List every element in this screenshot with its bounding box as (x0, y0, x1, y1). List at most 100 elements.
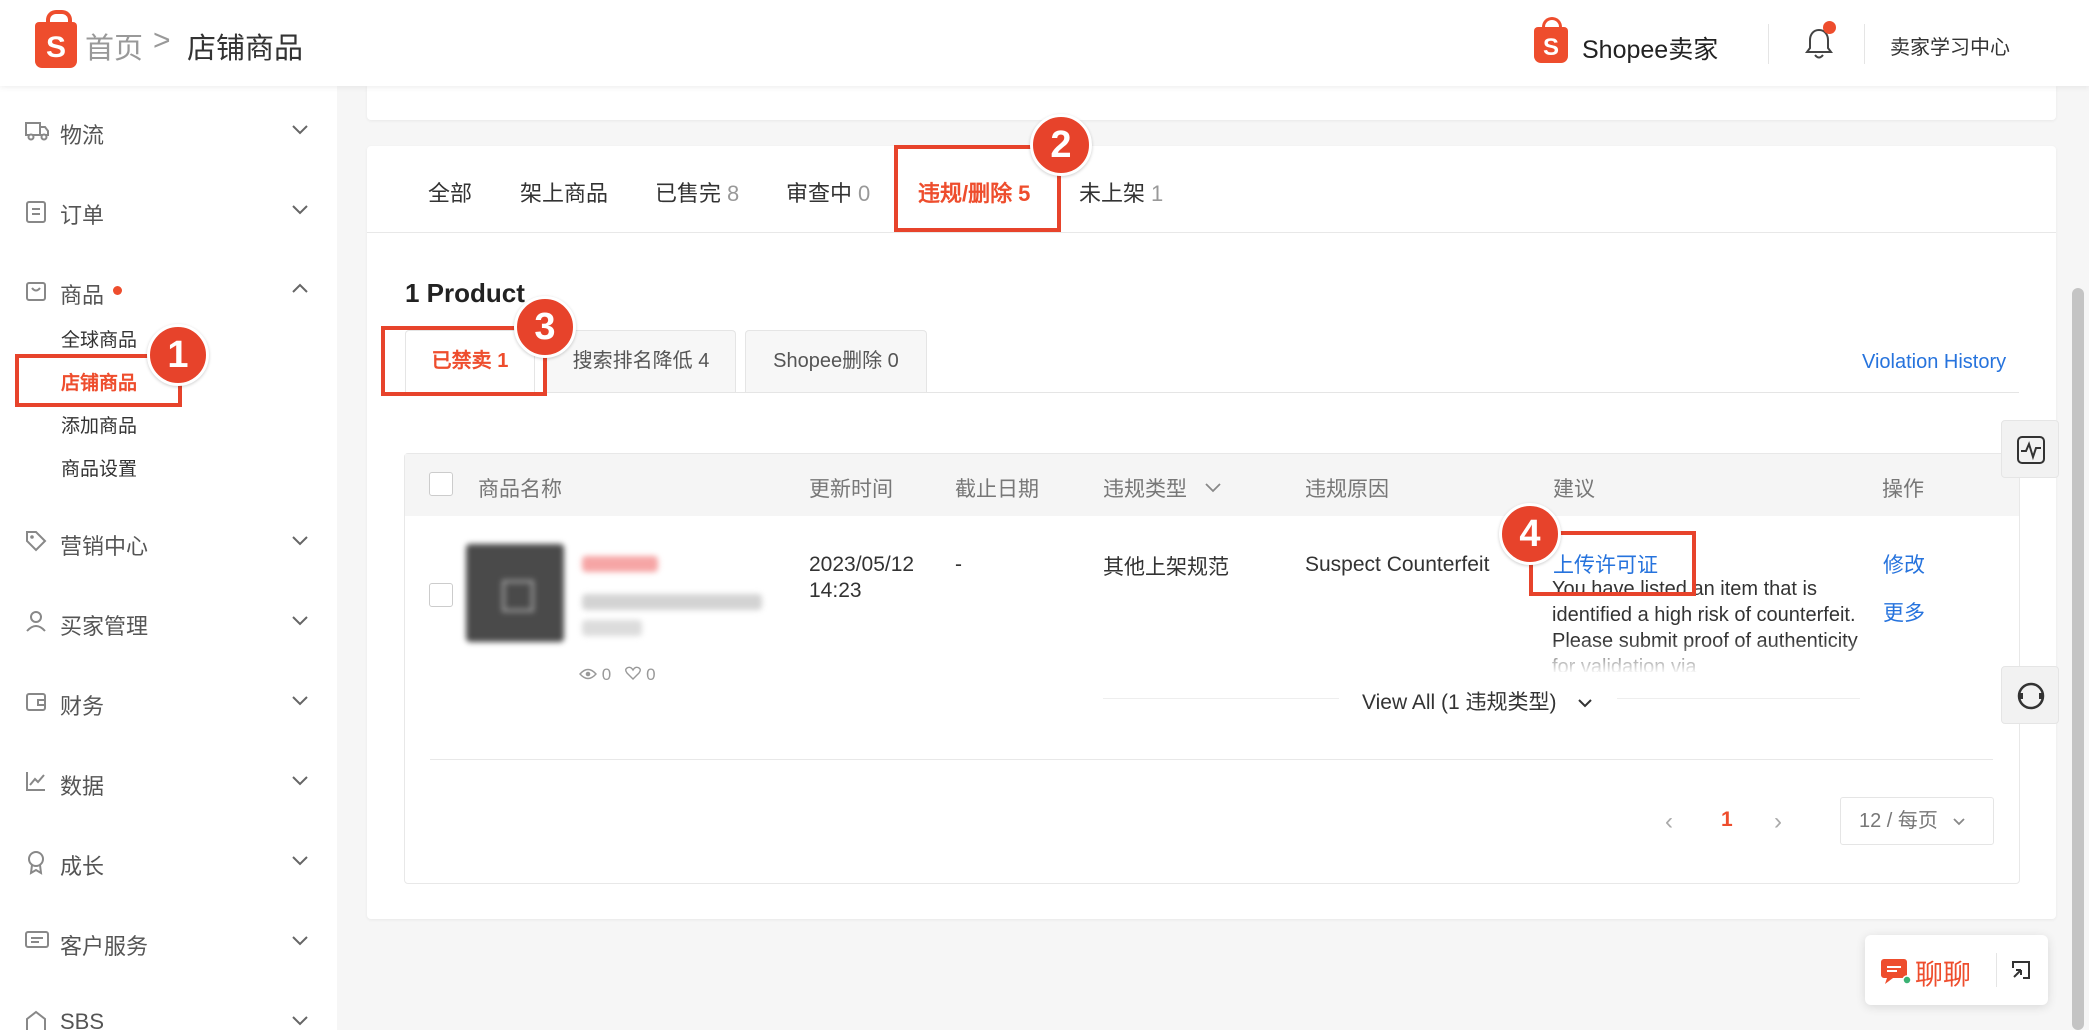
sidebar-item-data[interactable]: 数据 (0, 757, 337, 807)
column-header-violation-reason: 违规原因 (1305, 478, 1389, 501)
updated-time: 14:23 (809, 579, 862, 602)
sidebar-item-growth[interactable]: 成长 (0, 837, 337, 887)
tab-live-products[interactable]: 架上商品 (520, 176, 608, 208)
chevron-down-icon (1953, 818, 1966, 825)
edit-button[interactable]: 修改 (1883, 549, 1925, 579)
breadcrumb-home[interactable]: 首页 (85, 25, 143, 67)
tag-icon (26, 531, 47, 552)
chat-widget[interactable]: 聊聊 (1865, 935, 2048, 1005)
chevron-down-icon[interactable] (1203, 477, 1223, 497)
chevron-down-icon (292, 205, 308, 215)
sidebar-item-logistics[interactable]: 物流 (0, 106, 337, 156)
wallet-icon (26, 693, 46, 711)
top-bar: S 首页 > 店铺商品 S Shopee卖家 卖家学习中心 (0, 0, 2089, 86)
subtab-shopee-deleted[interactable]: Shopee删除 0 (745, 330, 927, 392)
seller-name: Shopee卖家 (1582, 36, 1719, 64)
product-stats: 0 0 (579, 665, 656, 685)
view-count: 0 (601, 665, 612, 684)
chevron-down-icon (292, 616, 308, 626)
sidebar-item-marketing[interactable]: 营销中心 (0, 517, 337, 567)
sidebar-item-label: 财务 (60, 694, 105, 719)
like-count: 0 (646, 665, 656, 684)
expand-window-icon[interactable] (2010, 959, 2032, 981)
sidebar-item-buyers[interactable]: 买家管理 (0, 597, 337, 647)
violation-reason-cell: Suspect Counterfeit (1305, 553, 1490, 576)
text-fade (1552, 640, 1867, 674)
seller-learning-center-link[interactable]: 卖家学习中心 (1890, 31, 2010, 60)
divider (1103, 698, 1339, 699)
tab-divider (367, 232, 2056, 233)
chevron-down-icon (292, 125, 308, 135)
column-header-deadline: 截止日期 (955, 478, 1039, 501)
sidebar: 物流 订单 商品 全球商品 店铺商品 添加商品 商品设置 营销中心 买家管理 财… (0, 86, 337, 1030)
tab-all[interactable]: 全部 (428, 176, 472, 208)
submenu-global-products[interactable]: 全球商品 (61, 325, 137, 352)
violation-type-cell: 其他上架规范 (1103, 556, 1229, 579)
blurred-product-name (582, 594, 762, 610)
deadline-cell: - (955, 553, 962, 576)
annotation-badge-3: 3 (514, 296, 576, 358)
chevron-down-icon (292, 536, 308, 546)
select-all-checkbox[interactable] (429, 472, 453, 496)
bag-icon (26, 282, 46, 301)
product-thumbnail-blurred[interactable] (466, 544, 564, 642)
pulse-monitor-icon (2017, 436, 2045, 464)
row-checkbox[interactable] (429, 583, 453, 607)
page-number-current[interactable]: 1 (1721, 808, 1733, 832)
annotation-badge-4: 4 (1499, 503, 1561, 565)
sidebar-item-label: 买家管理 (60, 614, 149, 639)
more-button[interactable]: 更多 (1883, 597, 1925, 627)
breadcrumb-current: 店铺商品 (187, 33, 304, 65)
subtab-search-rank-lowered[interactable]: 搜索排名降低 4 (546, 330, 736, 392)
tab-sold-out[interactable]: 已售完 8 (655, 176, 739, 208)
tab-under-review[interactable]: 审查中 0 (786, 176, 870, 208)
sidebar-item-label: 订单 (60, 203, 105, 228)
shopee-logo[interactable]: S (35, 10, 77, 68)
next-page-button[interactable]: › (1774, 808, 1782, 836)
column-header-violation-type[interactable]: 违规类型 (1103, 473, 1187, 503)
chevron-down-icon (292, 1016, 308, 1026)
sidebar-item-finance[interactable]: 财务 (0, 677, 337, 727)
sidebar-item-label: 数据 (60, 774, 105, 799)
heart-icon (625, 666, 642, 680)
annotation-badge-2: 2 (1030, 114, 1092, 176)
updated-date: 2023/05/12 (809, 553, 915, 576)
previous-page-button[interactable]: ‹ (1665, 808, 1673, 836)
chat-label: 聊聊 (1915, 959, 1972, 990)
view-all-violations-button[interactable]: View All (1 违规类型) (1362, 686, 1594, 716)
performance-monitor-button[interactable] (2001, 420, 2059, 478)
message-icon (25, 931, 49, 948)
chevron-down-icon (292, 856, 308, 866)
product-count: 1 Product (405, 278, 525, 308)
chevron-down-icon (1578, 699, 1593, 708)
chevron-down-icon (292, 936, 308, 946)
blurred-product-name (582, 620, 642, 636)
column-header-actions: 操作 (1882, 478, 1924, 501)
column-header-suggestion: 建议 (1553, 478, 1595, 501)
sidebar-item-customer-service[interactable]: 客户服务 (0, 917, 337, 967)
medal-icon (28, 851, 44, 875)
customer-support-button[interactable] (2001, 666, 2059, 724)
submenu-add-product[interactable]: 添加商品 (61, 411, 137, 438)
sidebar-item-sbs[interactable]: SBS (0, 997, 337, 1030)
blurred-product-tag (582, 556, 658, 572)
chat-bubble-icon (1881, 959, 1911, 985)
submenu-product-settings[interactable]: 商品设置 (61, 454, 137, 481)
annotation-badge-1: 1 (147, 324, 209, 386)
sidebar-item-products[interactable]: 商品 (0, 266, 337, 316)
tab-unlisted[interactable]: 未上架 1 (1079, 176, 1163, 208)
chevron-down-icon (292, 696, 308, 706)
page-size-select[interactable]: 12 / 每页 (1840, 797, 1994, 845)
sidebar-item-label: 营销中心 (60, 534, 149, 559)
page-scrollbar[interactable] (2072, 288, 2084, 1030)
clipboard-icon (26, 201, 46, 223)
sidebar-item-label: 成长 (60, 854, 105, 879)
chevron-up-icon (292, 283, 308, 293)
header-divider (1864, 24, 1865, 64)
truck-icon (25, 122, 49, 141)
eye-icon (579, 668, 597, 680)
sidebar-item-orders[interactable]: 订单 (0, 186, 337, 236)
violation-history-link[interactable]: Violation History (1862, 351, 2006, 374)
column-header-name: 商品名称 (478, 478, 562, 501)
column-header-updated: 更新时间 (809, 478, 893, 501)
